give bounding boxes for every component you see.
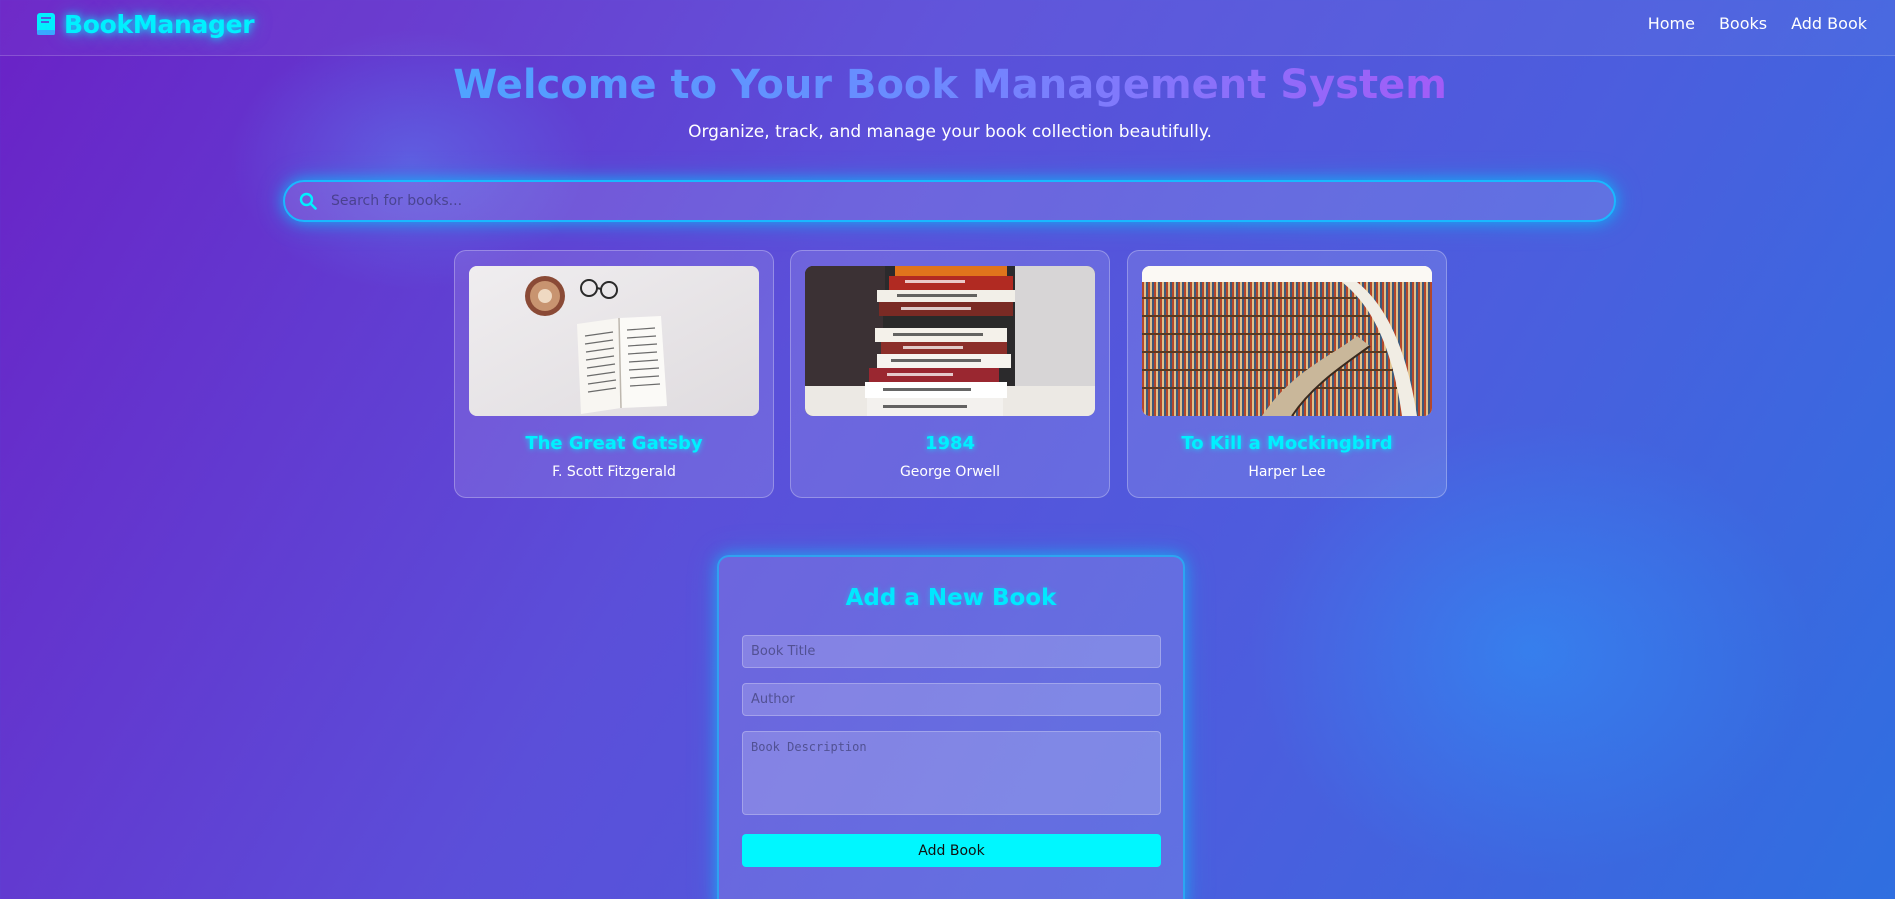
book-description-textarea[interactable] [742, 731, 1161, 815]
form-title: Add a New Book [845, 585, 1057, 611]
add-book-form: Add a New Book Add Book [717, 555, 1185, 899]
book-stack-image [805, 266, 1095, 416]
library-shelves-image [1142, 266, 1432, 416]
book-author: Harper Lee [1248, 464, 1326, 480]
search-bar [283, 180, 1616, 222]
book-author: F. Scott Fitzgerald [552, 464, 676, 480]
book-author: George Orwell [899, 464, 1001, 480]
hero-title: Welcome to Your Book Management System [0, 62, 1895, 108]
book-card-great-gatsby[interactable]: The Great Gatsby F. Scott Fitzgerald [454, 250, 774, 498]
hero-subtitle: Organize, track, and manage your book co… [688, 122, 1212, 142]
search-icon [299, 192, 317, 210]
open-book-coffee-image [469, 266, 759, 416]
book-title: 1984 [924, 433, 976, 454]
navbar: BookManager Home Books Add Book [0, 0, 1895, 56]
search-input[interactable] [329, 181, 1614, 221]
book-title: The Great Gatsby [525, 433, 703, 454]
book-title: To Kill a Mockingbird [1181, 433, 1393, 454]
book-card-to-kill-a-mockingbird[interactable]: To Kill a Mockingbird Harper Lee [1127, 250, 1447, 498]
author-input[interactable] [742, 683, 1161, 716]
add-book-button[interactable]: Add Book [742, 834, 1161, 867]
nav-add-book-link[interactable]: Add Book [1791, 14, 1867, 33]
book-cover-image [1142, 266, 1432, 416]
nav-links: Home Books Add Book [1648, 14, 1867, 33]
brand-name: BookManager [64, 9, 255, 39]
book-title-input[interactable] [742, 635, 1161, 668]
nav-home-link[interactable]: Home [1648, 14, 1695, 33]
book-icon [37, 13, 55, 35]
book-card-1984[interactable]: 1984 George Orwell [790, 250, 1110, 498]
hero-title-text: Welcome to Your Book Management System [453, 62, 1447, 108]
book-cover-image [469, 266, 759, 416]
nav-books-link[interactable]: Books [1719, 14, 1767, 33]
book-cover-image [805, 266, 1095, 416]
brand-logo[interactable]: BookManager [36, 9, 255, 39]
